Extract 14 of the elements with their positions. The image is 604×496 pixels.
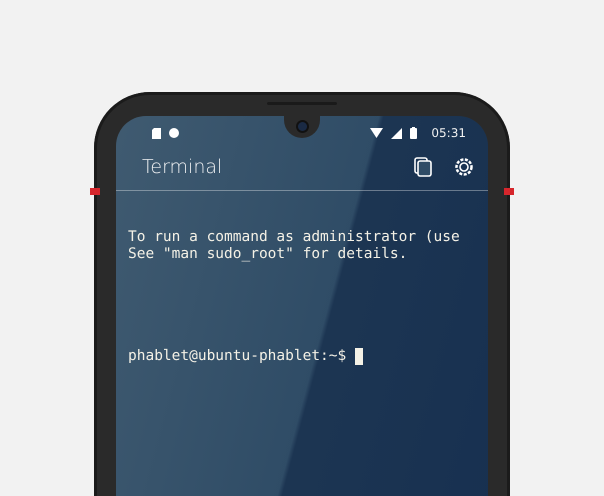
shell-prompt: phablet@ubuntu-phablet:~$ <box>128 348 346 365</box>
tabs-icon[interactable] <box>414 157 432 177</box>
terminal-output-line: To run a command as administrator (use <box>128 229 461 246</box>
battery-icon <box>410 127 418 139</box>
dot-icon <box>169 128 179 138</box>
text-cursor <box>355 348 364 365</box>
sd-card-icon <box>152 128 161 138</box>
wifi-icon <box>370 128 384 138</box>
app-title: Terminal <box>142 156 224 178</box>
camera-notch <box>284 116 320 138</box>
clock-time: 05:31 <box>431 126 466 140</box>
signal-icon <box>391 128 402 138</box>
terminal-output-line: See "man sudo_root" for details. <box>128 246 408 263</box>
settings-icon[interactable] <box>454 157 474 177</box>
